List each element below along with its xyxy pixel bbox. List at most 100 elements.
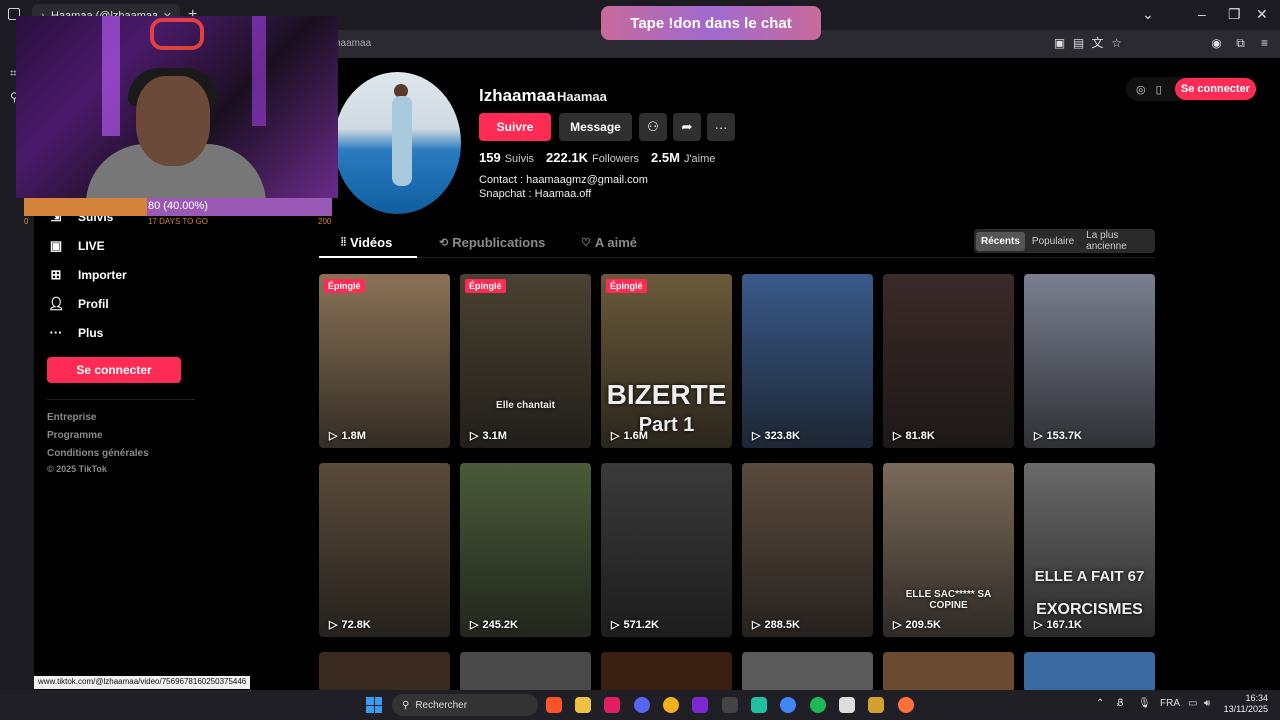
nav-item-live[interactable]: ▣ LIVE [48, 238, 105, 254]
network-icon[interactable]: ▭ [1188, 698, 1197, 709]
spotify-icon[interactable] [810, 697, 826, 713]
stat-following[interactable]: 159 Suivis [479, 150, 534, 165]
footer-link-conditions[interactable]: Conditions générales [47, 448, 149, 459]
sort-popular[interactable]: Populaire [1027, 232, 1079, 251]
top-login-button[interactable]: Se connecter [1174, 78, 1256, 100]
microphone-icon[interactable]: 🎙︎ [1138, 698, 1151, 709]
view-count-value: 209.5K [905, 618, 941, 631]
tab-videos[interactable]: ⦙⦙ Vidéos [341, 235, 392, 250]
video-card[interactable] [460, 652, 591, 690]
progress-text: 80 (40.00%) [148, 200, 208, 212]
video-card[interactable]: ▷ 323.8K [742, 274, 873, 448]
video-card[interactable] [601, 652, 732, 690]
picture-in-picture-icon[interactable]: ▣ [1053, 37, 1066, 50]
divider [47, 399, 195, 400]
app-icon[interactable] [722, 697, 738, 713]
video-card[interactable]: ELLE SAC***** SA COPINE ▷ 209.5K [883, 463, 1014, 637]
video-card[interactable]: ELLE A FAIT 67 EXORCISMES ▷ 167.1K [1024, 463, 1155, 637]
windows-start-icon[interactable] [366, 697, 382, 713]
add-friend-icon[interactable]: ⚇ [639, 113, 667, 141]
video-card[interactable]: ▷ 153.7K [1024, 274, 1155, 448]
follow-button[interactable]: Suivre [479, 113, 551, 141]
heart-icon: ♡ [581, 237, 591, 249]
view-count: ▷ 153.7K [1034, 429, 1082, 443]
capcut-icon[interactable] [839, 697, 855, 713]
next-icon[interactable] [692, 697, 708, 713]
compass-icon[interactable]: ◎ [1136, 83, 1146, 96]
account-icon[interactable]: ◉ [1210, 37, 1223, 50]
view-count-value: 167.1K [1046, 618, 1082, 631]
profile-username: lzhaamaa [479, 86, 556, 105]
view-count-value: 1.6M [623, 429, 648, 442]
brave-icon[interactable] [546, 697, 562, 713]
video-card[interactable]: ▷ 81.8K [883, 274, 1014, 448]
nav-item-plus[interactable]: ··· Plus [48, 325, 104, 341]
play-icon: ▷ [752, 430, 761, 442]
app-icon[interactable] [604, 697, 620, 713]
view-count: ▷ 3.1M [470, 429, 507, 443]
video-card[interactable] [742, 652, 873, 690]
bio-line: Contact : haamaagmz@gmail.com [479, 174, 648, 186]
nav-label: Importer [78, 268, 127, 282]
more-icon: ··· [49, 325, 63, 340]
video-card[interactable]: ▷ 288.5K [742, 463, 873, 637]
phone-icon[interactable]: ▯ [1156, 83, 1162, 96]
tray-app-icon[interactable]: Ᏸ [1117, 698, 1124, 709]
app-icon[interactable] [868, 697, 884, 713]
nav-item-profil[interactable]: 👤︎ Profil [48, 296, 109, 312]
stat-followers[interactable]: 222.1K Followers [546, 150, 639, 165]
volume-icon[interactable]: 🔊︎ [1204, 698, 1210, 709]
maximize-icon[interactable]: ❐ [1228, 6, 1241, 23]
profile-avatar [334, 72, 461, 214]
video-card[interactable]: ▷ 245.2K [460, 463, 591, 637]
play-icon: ▷ [893, 619, 902, 631]
video-card[interactable]: Épinglé BIZERTE Part 1 ▷ 1.6M [601, 274, 732, 448]
progress-days: 17 DAYS TO GO [148, 217, 209, 226]
translate-icon[interactable]: 文 [1091, 37, 1104, 50]
video-card[interactable]: ▷ 571.2K [601, 463, 732, 637]
more-options-icon[interactable]: ··· [707, 113, 735, 141]
url-text[interactable]: haamaa [335, 38, 371, 49]
share-icon[interactable]: ➦ [673, 113, 701, 141]
nav-item-importer[interactable]: ⊞ Importer [48, 267, 127, 283]
view-count: ▷ 288.5K [752, 618, 800, 632]
taskbar-search[interactable]: ⚲ Rechercher [392, 694, 538, 716]
tab-republications[interactable]: ⟲ Republications [439, 235, 545, 250]
video-card[interactable] [319, 652, 450, 690]
video-caption: ELLE SAC***** SA COPINE [905, 589, 992, 611]
minimize-icon[interactable]: – [1198, 6, 1206, 22]
discord-icon[interactable] [634, 697, 650, 713]
menu-icon[interactable]: ≡ [1258, 37, 1271, 50]
chevron-down-icon[interactable]: ⌄ [1142, 6, 1154, 23]
grid-icon: ⦙⦙ [341, 236, 346, 248]
close-window-icon[interactable]: ✕ [1256, 6, 1268, 23]
reader-icon[interactable]: ▤ [1072, 37, 1085, 50]
firefox-icon[interactable] [898, 697, 914, 713]
sort-oldest[interactable]: La plus ancienne [1081, 226, 1153, 256]
play-icon: ▷ [470, 430, 479, 442]
app-icon[interactable] [751, 697, 767, 713]
sidebar-login-button[interactable]: Se connecter [47, 357, 181, 383]
pinned-badge: Épinglé [465, 279, 506, 293]
search-icon: ⚲ [402, 699, 410, 711]
video-card[interactable]: Épinglé Elle chantait ▷ 3.1M [460, 274, 591, 448]
video-card[interactable] [1024, 652, 1155, 690]
video-card[interactable]: Épinglé ▷ 1.8M [319, 274, 450, 448]
footer-link-entreprise[interactable]: Entreprise [47, 412, 96, 423]
video-card[interactable]: ▷ 72.8K [319, 463, 450, 637]
view-count-value: 245.2K [482, 618, 518, 631]
tray-chevron-icon[interactable]: ⌃ [1096, 698, 1104, 709]
clock[interactable]: 16:34 13/11/2025 [1222, 693, 1268, 715]
footer-link-programme[interactable]: Programme [47, 430, 103, 441]
language-indicator[interactable]: FRA [1160, 698, 1180, 709]
sort-recent[interactable]: Récents [976, 231, 1025, 251]
file-explorer-icon[interactable] [575, 697, 591, 713]
video-card[interactable] [883, 652, 1014, 690]
tab-liked[interactable]: ♡ A aimé [581, 235, 637, 250]
extensions-icon[interactable]: ⧉ [1234, 37, 1247, 50]
repost-icon: ⟲ [439, 237, 449, 249]
bookmark-star-icon[interactable]: ☆ [1110, 37, 1123, 50]
message-button[interactable]: Message [559, 113, 632, 141]
app-icon[interactable] [663, 697, 679, 713]
chrome-icon[interactable] [780, 697, 796, 713]
